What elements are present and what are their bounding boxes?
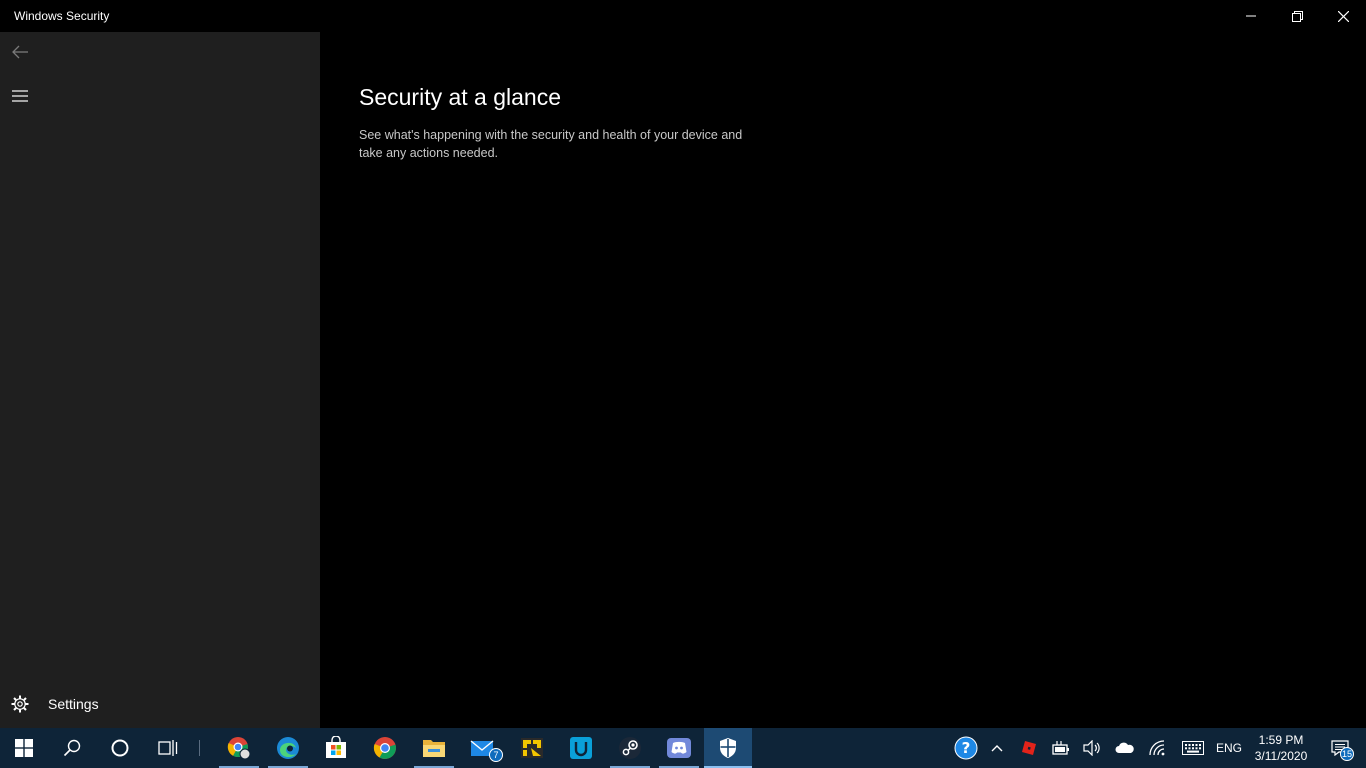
title-bar: Windows Security [0,0,1366,32]
help-tray-button[interactable]: ? [952,728,980,768]
discord-icon [667,738,691,758]
start-button[interactable] [0,728,48,768]
roblox-tray-button[interactable] [1016,728,1042,768]
power-tray-button[interactable] [1048,728,1074,768]
search-button[interactable] [48,728,96,768]
uplay-taskbar-app[interactable] [557,728,605,768]
close-button[interactable] [1320,0,1366,32]
volume-tray-button[interactable] [1079,728,1105,768]
game-taskbar-app[interactable] [508,728,556,768]
restore-button[interactable] [1274,0,1320,32]
edge-icon [277,737,299,759]
navigation-pane: Settings [0,32,320,728]
restore-icon [1291,10,1303,22]
minimize-button[interactable] [1228,0,1274,32]
mail-taskbar-app[interactable]: 7 [459,728,507,768]
keyboard-icon [1182,741,1204,755]
chevron-up-icon [991,745,1003,752]
show-hidden-icons-button[interactable] [984,728,1010,768]
main-content: Security at a glance See what's happenin… [320,32,1366,728]
speaker-icon [1083,740,1100,756]
help-question-icon: ? [954,736,978,760]
shield-icon [720,738,736,758]
taskbar: 7 ? ENG 1:59 PM 3/11/2020 15 [0,728,1366,768]
notification-count-badge: 15 [1340,747,1354,761]
discord-taskbar-app[interactable] [655,728,703,768]
onedrive-tray-button[interactable] [1111,728,1139,768]
action-center-button[interactable]: 15 [1320,728,1360,768]
back-arrow-icon [12,45,28,59]
input-language-indicator[interactable]: ENG [1216,741,1242,755]
svg-text:?: ? [962,739,971,757]
taskbar-divider [199,740,200,756]
chrome-icon [227,737,251,760]
game-app-icon [521,738,543,758]
chrome-taskbar-app[interactable] [361,728,409,768]
windows-logo-icon [15,739,33,757]
settings-nav-item[interactable]: Settings [0,684,320,724]
steam-icon [619,737,641,759]
hamburger-icon [12,90,28,102]
network-tray-button[interactable] [1145,728,1171,768]
search-icon [63,739,81,757]
microsoft-store-taskbar-app[interactable] [312,728,360,768]
wifi-icon [1149,740,1165,756]
store-bag-icon [326,736,346,758]
task-view-icon [158,740,178,756]
settings-label: Settings [48,696,99,712]
roblox-icon [1022,741,1036,755]
clock[interactable]: 1:59 PM 3/11/2020 [1248,732,1314,764]
chrome-profile-taskbar-app[interactable] [215,728,263,768]
clock-date: 3/11/2020 [1254,749,1308,763]
mail-unread-badge: 7 [489,748,503,762]
cloud-icon [1115,742,1134,753]
chrome-icon [373,737,396,759]
back-button[interactable] [0,32,40,72]
hamburger-menu-button[interactable] [0,76,40,116]
steam-taskbar-app[interactable] [606,728,654,768]
gear-icon [0,684,40,724]
window-title: Windows Security [14,9,110,23]
page-description: See what's happening with the security a… [359,128,743,160]
clock-time: 1:59 PM [1258,733,1304,747]
uplay-icon [570,737,592,759]
cortana-circle-icon [111,739,129,757]
page-title: Security at a glance [359,84,562,110]
file-explorer-taskbar-app[interactable] [410,728,458,768]
close-icon [1337,10,1349,22]
cortana-button[interactable] [96,728,144,768]
task-view-button[interactable] [144,728,192,768]
folder-icon [423,740,445,757]
minimize-icon [1246,15,1256,17]
windows-security-taskbar-app[interactable] [704,728,752,768]
battery-plug-icon [1052,741,1069,755]
edge-taskbar-app[interactable] [264,728,312,768]
touch-keyboard-tray-button[interactable] [1178,728,1208,768]
